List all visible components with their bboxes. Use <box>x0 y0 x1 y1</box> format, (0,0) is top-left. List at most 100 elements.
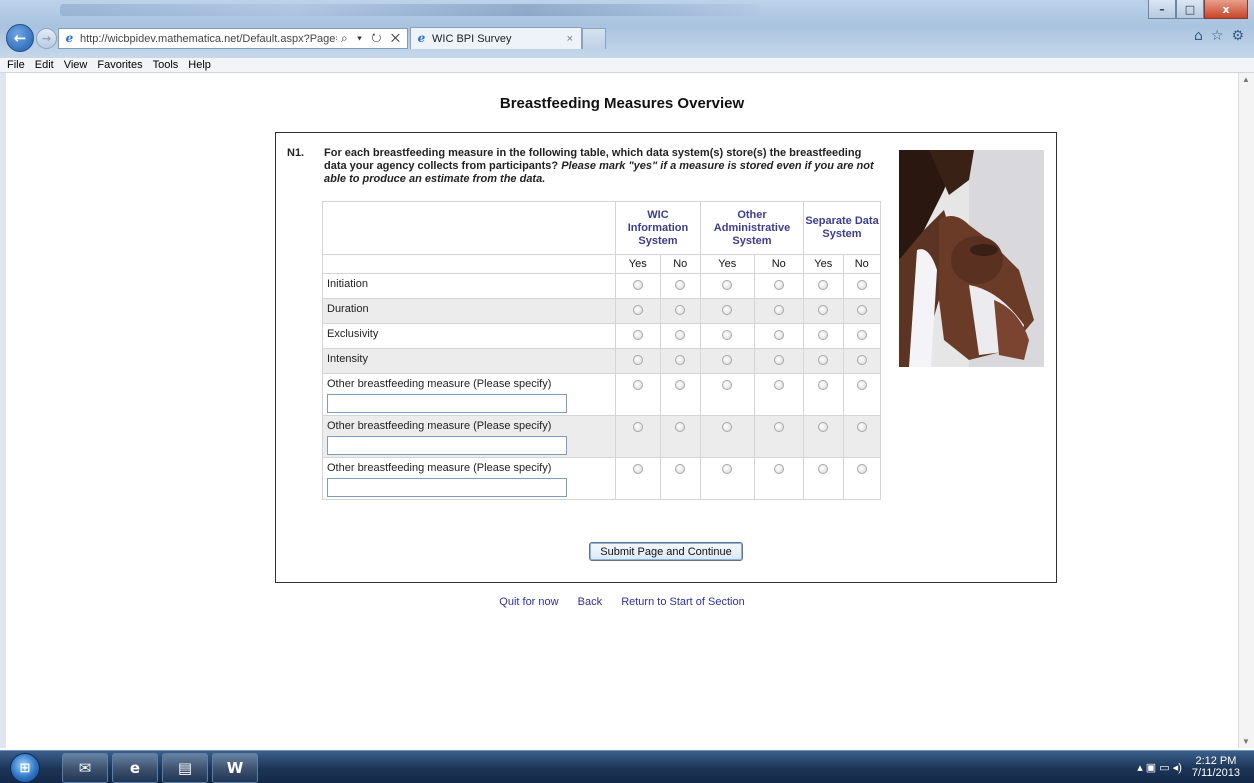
radio-admin-yes[interactable] <box>722 380 733 390</box>
measure-label-cell: Initiation <box>322 273 616 299</box>
start-button[interactable]: ⊞ <box>10 753 40 783</box>
radio-cell <box>753 323 805 349</box>
radio-admin-yes[interactable] <box>722 422 733 432</box>
radio-admin-no[interactable] <box>773 464 784 474</box>
tab-close-icon[interactable]: × <box>567 33 573 45</box>
radio-admin-yes[interactable] <box>722 305 733 315</box>
menu-favorites[interactable]: Favorites <box>97 59 142 71</box>
outlook-taskbar-icon[interactable]: ✉ <box>62 753 108 783</box>
radio-cell <box>659 415 702 458</box>
internet-explorer-taskbar-icon[interactable]: e <box>112 753 158 783</box>
radio-separate-yes[interactable] <box>818 464 829 474</box>
measure-label: Duration <box>327 303 369 315</box>
clock-time: 2:12 PM <box>1195 755 1237 767</box>
radio-wic-no[interactable] <box>675 330 686 340</box>
radio-wic-yes[interactable] <box>632 305 643 315</box>
radio-cell <box>803 298 844 324</box>
radio-wic-no[interactable] <box>675 464 686 474</box>
radio-separate-yes[interactable] <box>818 305 829 315</box>
address-url[interactable]: http://wicbpidev.mathematica.net/Default… <box>80 33 337 45</box>
radio-wic-yes[interactable] <box>632 355 643 365</box>
radio-cell <box>615 373 661 416</box>
maximize-button[interactable]: □ <box>1176 0 1204 19</box>
tray-icons[interactable]: ▴ ▣ ▭ ◂) <box>1137 761 1182 774</box>
clock[interactable]: 2:12 PM 7/11/2013 <box>1192 755 1240 779</box>
radio-separate-yes[interactable] <box>818 280 829 290</box>
measure-label-cell: Other breastfeeding measure (Please spec… <box>322 373 616 416</box>
menu-tools[interactable]: Tools <box>153 59 179 71</box>
menu-view[interactable]: View <box>64 59 88 71</box>
radio-separate-yes[interactable] <box>818 422 829 432</box>
other-measure-specify-input[interactable] <box>327 394 567 413</box>
vertical-scrollbar[interactable]: ▲ ▼ <box>1238 73 1254 748</box>
radio-separate-no[interactable] <box>856 305 867 315</box>
close-window-button[interactable]: x <box>1204 0 1248 19</box>
radio-wic-no[interactable] <box>675 355 686 365</box>
radio-admin-no[interactable] <box>773 422 784 432</box>
radio-cell <box>700 323 755 349</box>
radio-wic-no[interactable] <box>675 305 686 315</box>
radio-cell <box>700 415 755 458</box>
radio-separate-yes[interactable] <box>818 330 829 340</box>
back-arrow-icon[interactable]: ← <box>6 24 34 52</box>
radio-wic-yes[interactable] <box>632 422 643 432</box>
header-separate-data-system: Separate Data System <box>803 201 881 255</box>
menu-edit[interactable]: Edit <box>35 59 54 71</box>
other-measure-specify-input[interactable] <box>327 436 567 455</box>
measure-label: Exclusivity <box>327 328 379 340</box>
address-bar[interactable]: e http://wicbpidev.mathematica.net/Defau… <box>58 28 408 49</box>
tab-wic-bpi-survey[interactable]: e WIC BPI Survey × <box>410 27 582 49</box>
address-tools-icons[interactable]: ⌕ ▾ ↻ ✕ <box>337 31 407 46</box>
radio-cell <box>753 273 805 299</box>
forward-arrow-icon[interactable]: → <box>36 28 57 49</box>
new-tab-button[interactable] <box>582 28 606 49</box>
radio-admin-yes[interactable] <box>722 280 733 290</box>
radio-separate-yes[interactable] <box>818 355 829 365</box>
favorites-star-icon[interactable]: ☆ <box>1211 28 1224 44</box>
return-to-start-link[interactable]: Return to Start of Section <box>621 596 745 608</box>
radio-separate-no[interactable] <box>856 355 867 365</box>
radio-wic-no[interactable] <box>675 422 686 432</box>
radio-cell <box>700 373 755 416</box>
radio-wic-yes[interactable] <box>632 280 643 290</box>
file-explorer-taskbar-icon[interactable]: ▤ <box>162 753 208 783</box>
radio-wic-yes[interactable] <box>632 464 643 474</box>
radio-admin-yes[interactable] <box>722 464 733 474</box>
radio-admin-yes[interactable] <box>722 330 733 340</box>
radio-separate-no[interactable] <box>856 422 867 432</box>
word-taskbar-icon[interactable]: W <box>212 753 258 783</box>
menu-bar: File Edit View Favorites Tools Help <box>0 58 1254 73</box>
minimize-button[interactable]: – <box>1148 0 1176 19</box>
menu-file[interactable]: File <box>7 59 25 71</box>
back-link[interactable]: Back <box>578 596 602 608</box>
radio-admin-no[interactable] <box>773 355 784 365</box>
radio-admin-yes[interactable] <box>722 355 733 365</box>
radio-admin-no[interactable] <box>773 380 784 390</box>
radio-separate-yes[interactable] <box>818 380 829 390</box>
scroll-down-icon[interactable]: ▼ <box>1242 737 1250 746</box>
submit-page-button[interactable]: Submit Page and Continue <box>589 542 743 561</box>
table-row: Intensity <box>322 348 881 374</box>
measure-label-cell: Exclusivity <box>322 323 616 349</box>
radio-cell <box>842 457 881 500</box>
radio-admin-no[interactable] <box>773 280 784 290</box>
home-icon[interactable]: ⌂ <box>1194 28 1203 44</box>
radio-admin-no[interactable] <box>773 305 784 315</box>
scroll-up-icon[interactable]: ▲ <box>1242 75 1250 84</box>
menu-help[interactable]: Help <box>188 59 211 71</box>
window-controls: – □ x <box>1148 0 1248 19</box>
other-measure-specify-input[interactable] <box>327 478 567 497</box>
quit-for-now-link[interactable]: Quit for now <box>499 596 558 608</box>
radio-admin-no[interactable] <box>773 330 784 340</box>
radio-wic-yes[interactable] <box>632 380 643 390</box>
radio-cell <box>615 323 661 349</box>
radio-wic-no[interactable] <box>675 280 686 290</box>
radio-separate-no[interactable] <box>856 464 867 474</box>
radio-separate-no[interactable] <box>856 380 867 390</box>
radio-wic-yes[interactable] <box>632 330 643 340</box>
radio-separate-no[interactable] <box>856 280 867 290</box>
measure-label-cell: Other breastfeeding measure (Please spec… <box>322 415 616 458</box>
radio-wic-no[interactable] <box>675 380 686 390</box>
radio-separate-no[interactable] <box>856 330 867 340</box>
gear-icon[interactable]: ⚙ <box>1231 28 1244 44</box>
